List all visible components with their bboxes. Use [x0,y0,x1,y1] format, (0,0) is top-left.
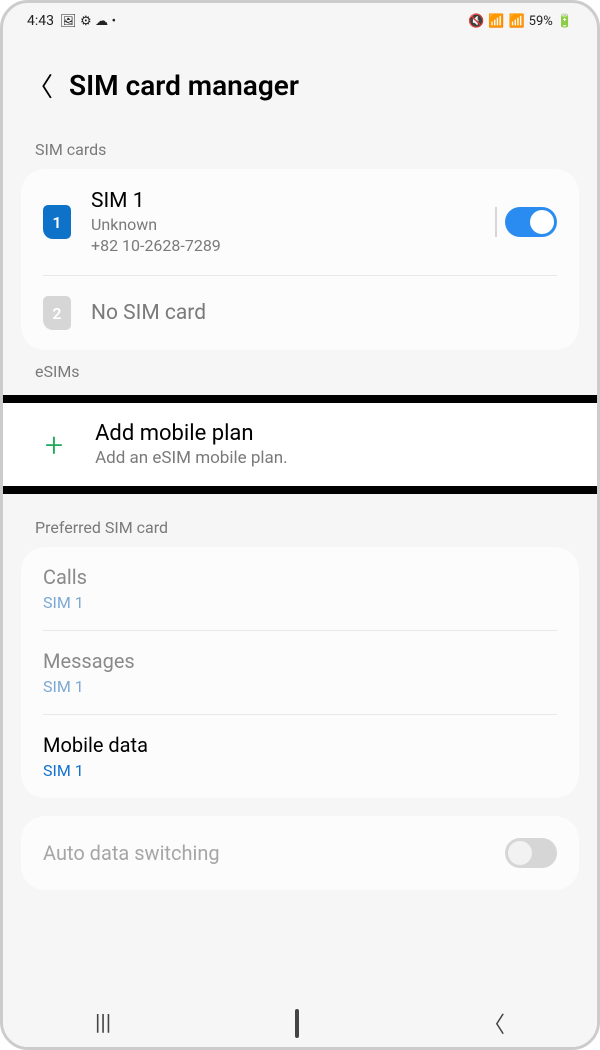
add-mobile-plan-row[interactable]: + Add mobile plan Add an eSIM mobile pla… [3,403,597,486]
battery-percent: 59% [529,14,553,29]
page-title: SIM card manager [69,69,299,102]
sim-1-info: SIM 1 Unknown +82 10-2628-7289 [91,189,485,255]
add-mobile-plan-title: Add mobile plan [95,421,555,446]
sim-1-status: Unknown [91,215,485,234]
mute-icon: 🔇 [468,14,484,29]
preferred-messages-row[interactable]: Messages SIM 1 [21,631,579,714]
sim-1-toggle[interactable] [505,207,557,237]
navigation-bar: ||| 〈 [3,999,597,1047]
preferred-calls-row[interactable]: Calls SIM 1 [21,547,579,630]
section-label-sim-cards: SIM cards [3,128,597,169]
sim-slot-2[interactable]: 2 No SIM card [21,276,579,350]
nav-recents-icon[interactable]: ||| [95,1011,111,1036]
status-bar: 4:43 🖼 ⚙ ☁ • 🔇 📶 📶 59% 🔋 [3,3,597,39]
status-notification-icons: 🖼 ⚙ ☁ • [60,13,116,29]
add-mobile-plan-info: Add mobile plan Add an eSIM mobile plan. [95,421,555,468]
preferred-sim-card: Calls SIM 1 Messages SIM 1 Mobile data S… [21,547,579,798]
gear-icon: ⚙ [80,14,92,29]
preferred-messages-value: SIM 1 [43,677,557,696]
preferred-data-value: SIM 1 [43,761,557,780]
status-right: 🔇 📶 📶 59% 🔋 [468,14,573,29]
preferred-calls-label: Calls [43,565,557,589]
sim-chip-icon-1: 1 [43,205,71,239]
plus-icon: + [45,426,63,464]
battery-icon: 🔋 [557,14,573,29]
page-header: 〈 SIM card manager [3,39,597,128]
highlighted-esim-section: + Add mobile plan Add an eSIM mobile pla… [3,395,597,494]
sim-1-name: SIM 1 [91,189,485,213]
sim-2-info: No SIM card [91,301,557,325]
section-label-esims: eSIMs [3,350,597,391]
content-area: 4:43 🖼 ⚙ ☁ • 🔇 📶 📶 59% 🔋 〈 SIM card mana… [3,3,597,999]
phone-frame: 4:43 🖼 ⚙ ☁ • 🔇 📶 📶 59% 🔋 〈 SIM card mana… [0,0,600,1050]
sim-chip-icon-2: 2 [43,296,71,330]
sim-cards-card: 1 SIM 1 Unknown +82 10-2628-7289 2 No SI… [21,169,579,350]
auto-switch-card: Auto data switching [21,816,579,890]
preferred-calls-value: SIM 1 [43,593,557,612]
auto-data-switching-label: Auto data switching [43,841,220,865]
nav-back-icon[interactable]: 〈 [483,1007,505,1039]
status-time: 4:43 [27,13,54,29]
preferred-messages-label: Messages [43,649,557,673]
section-label-preferred: Preferred SIM card [3,506,597,547]
cloud-icon: ☁ [95,14,108,29]
back-icon[interactable]: 〈 [27,67,53,104]
dot-icon: • [112,14,116,29]
wifi-icon: 📶 [488,14,504,29]
image-icon: 🖼 [60,14,77,29]
sim-2-name: No SIM card [91,301,557,325]
preferred-data-label: Mobile data [43,733,557,757]
auto-data-switching-toggle[interactable] [505,838,557,868]
nav-home-icon[interactable] [295,1011,299,1036]
add-mobile-plan-subtitle: Add an eSIM mobile plan. [95,448,555,468]
preferred-data-row[interactable]: Mobile data SIM 1 [21,715,579,798]
sim-slot-1[interactable]: 1 SIM 1 Unknown +82 10-2628-7289 [21,169,579,275]
sim-1-phone: +82 10-2628-7289 [91,236,485,255]
status-left: 4:43 🖼 ⚙ ☁ • [27,13,116,29]
auto-data-switching-row[interactable]: Auto data switching [21,816,579,890]
signal-icon: 📶 [508,14,524,29]
